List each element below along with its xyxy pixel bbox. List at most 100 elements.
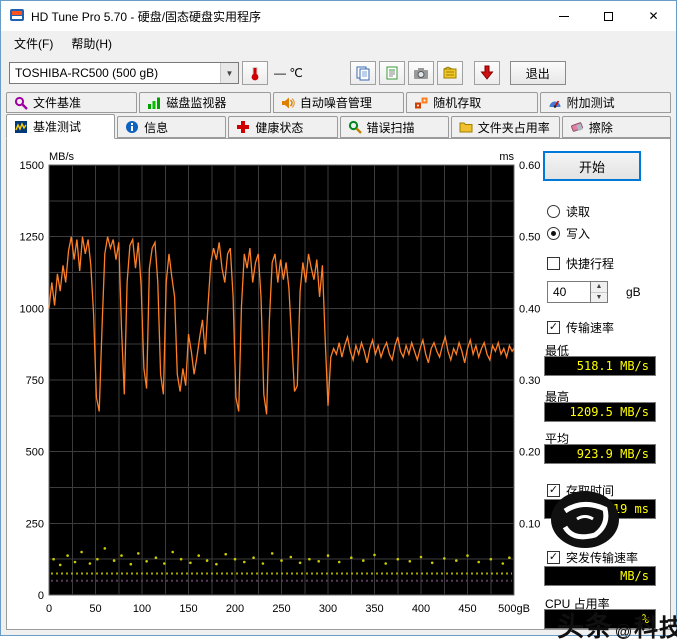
svg-text:200: 200 (226, 603, 244, 615)
temperature-button[interactable] (242, 61, 268, 85)
tab-label: 擦除 (588, 120, 613, 135)
copy-text-button[interactable] (378, 61, 405, 85)
close-button[interactable]: ✕ (631, 1, 676, 31)
checkbox-label: 传输速率 (566, 321, 615, 335)
copy-results-button[interactable] (349, 61, 376, 85)
tab-health[interactable]: 健康状态 (228, 116, 338, 138)
svg-text:450: 450 (458, 603, 476, 615)
min-value: 518.1 MB/s (544, 356, 656, 376)
export-icon (443, 66, 457, 79)
benchmark-chart: MB/s ms15001250100075050025000.600.500.40… (20, 151, 541, 615)
svg-text:1500: 1500 (20, 160, 44, 172)
radio-read[interactable]: 读取 (547, 203, 590, 220)
tab-label: 磁盘监视器 (166, 96, 227, 110)
svg-text:MB/s: MB/s (49, 151, 75, 163)
tab-benchmark[interactable]: 基准测试 (6, 114, 116, 139)
menu-bar: 文件(F) 帮助(H) (1, 31, 676, 55)
checkbox-label: 突发传输速率 (566, 551, 639, 565)
minimize-icon (558, 15, 569, 17)
stepper-down-icon[interactable]: ▼ (591, 292, 607, 302)
svg-text:250: 250 (272, 603, 290, 615)
tab-random-access[interactable]: 随机存取 (406, 92, 538, 113)
stepper-up-icon[interactable]: ▲ (591, 282, 607, 293)
benchmark-icon (15, 120, 27, 133)
camera-icon (413, 68, 428, 79)
avg-value: 923.9 MB/s (544, 444, 656, 464)
svg-text:50: 50 (89, 603, 101, 615)
menu-help[interactable]: 帮助(H) (62, 32, 121, 55)
stepper-arrows[interactable]: ▲ ▼ (591, 281, 608, 303)
title-bar: HD Tune Pro 5.70 - 硬盘/固态硬盘实用程序 ✕ (1, 1, 676, 31)
error-scan-icon (348, 120, 362, 134)
copy-icon (356, 66, 370, 81)
checkbox-transfer-rate[interactable]: ✓ 传输速率 (547, 319, 614, 336)
svg-text:0.30: 0.30 (519, 375, 540, 387)
short-stroke-input[interactable] (547, 281, 591, 303)
svg-text:400: 400 (412, 603, 430, 615)
watermark-text: 头条 @ 科技视讯 (557, 605, 677, 644)
tab-label: 随机存取 (433, 96, 482, 110)
exit-button[interactable]: 退出 (509, 61, 566, 85)
window-title: HD Tune Pro 5.70 - 硬盘/固态硬盘实用程序 (31, 9, 262, 24)
svg-text:100: 100 (133, 603, 151, 615)
tab-label: 自动噪音管理 (299, 96, 372, 110)
watermark-brand: 头条 (557, 612, 613, 642)
tab-row-top: 文件基准 磁盘监视器 自动噪音管理 随机存取 附加测试 (1, 91, 676, 113)
close-icon: ✕ (648, 9, 659, 23)
max-value: 1209.5 MB/s (544, 402, 656, 422)
tab-label: 健康状态 (255, 120, 304, 135)
radio-write[interactable]: 写入 (547, 225, 590, 242)
tab-file-benchmark[interactable]: 文件基准 (6, 92, 138, 113)
tab-auto-acoustic[interactable]: 自动噪音管理 (272, 92, 405, 113)
benchmark-page: MB/s ms 1500 1250 1000 750 500 250 0 0.60 0.50 0.40… (6, 138, 677, 642)
watermark-at-icon: @ (616, 624, 631, 639)
copy-text-icon (386, 66, 398, 80)
minimize-button[interactable] (541, 1, 586, 31)
health-cross-icon (237, 121, 250, 133)
tab-label: 错误扫描 (366, 120, 415, 135)
drive-select[interactable]: TOSHIBA-RC500 (500 gB) ▼ (9, 62, 239, 84)
random-access-icon (415, 97, 428, 108)
tab-disk-monitor[interactable]: 磁盘监视器 (139, 92, 271, 113)
menu-file[interactable]: 文件(F) (5, 32, 62, 55)
start-button[interactable]: 开始 (543, 151, 641, 181)
disk-monitor-icon (148, 97, 161, 109)
toolbar: TOSHIBA-RC500 (500 gB) ▼ — ℃ 退出 (1, 55, 676, 91)
svg-text:0.20: 0.20 (519, 447, 540, 459)
tab-extra-tests[interactable]: 附加测试 (539, 92, 672, 113)
info-icon (126, 121, 139, 133)
maximize-button[interactable] (586, 1, 631, 31)
checkbox-burst-rate[interactable]: ✓ 突发传输速率 (547, 549, 638, 566)
svg-text:0: 0 (46, 603, 52, 615)
svg-text:150: 150 (179, 603, 197, 615)
tab-row-bottom: 基准测试 信息 健康状态 错误扫描 文件夹占用率 擦除 (1, 113, 676, 139)
maximize-icon (604, 11, 613, 21)
svg-text:300: 300 (319, 603, 337, 615)
speaker-icon (281, 97, 295, 108)
radio-read-label: 读取 (566, 205, 591, 219)
svg-text:250: 250 (26, 518, 44, 530)
tab-erase[interactable]: 擦除 (561, 116, 672, 138)
temperature-readout: — ℃ (274, 66, 303, 80)
chevron-down-icon[interactable]: ▼ (220, 63, 238, 83)
tab-label: 附加测试 (566, 96, 615, 110)
tab-info[interactable]: 信息 (117, 116, 227, 138)
tab-error-scan[interactable]: 错误扫描 (339, 116, 449, 138)
gauge-icon (549, 100, 561, 108)
thermometer-icon (251, 67, 259, 81)
svg-text:750: 750 (26, 375, 44, 387)
tab-label: 信息 (144, 120, 169, 135)
checkbox-label: 快捷行程 (566, 257, 615, 271)
save-results-button[interactable] (473, 61, 500, 85)
tab-label: 文件夹占用率 (477, 120, 550, 135)
screenshot-button[interactable] (407, 61, 434, 85)
svg-text:500gB: 500gB (498, 603, 530, 615)
svg-text:1250: 1250 (20, 232, 44, 244)
checkbox-short-stroke[interactable]: 快捷行程 (547, 255, 614, 272)
watermark-logo (551, 491, 619, 548)
svg-text:0: 0 (38, 590, 44, 602)
app-icon (9, 7, 25, 26)
tab-label: 基准测试 (33, 120, 82, 134)
export-button[interactable] (436, 61, 463, 85)
tab-folder-usage[interactable]: 文件夹占用率 (450, 116, 560, 138)
